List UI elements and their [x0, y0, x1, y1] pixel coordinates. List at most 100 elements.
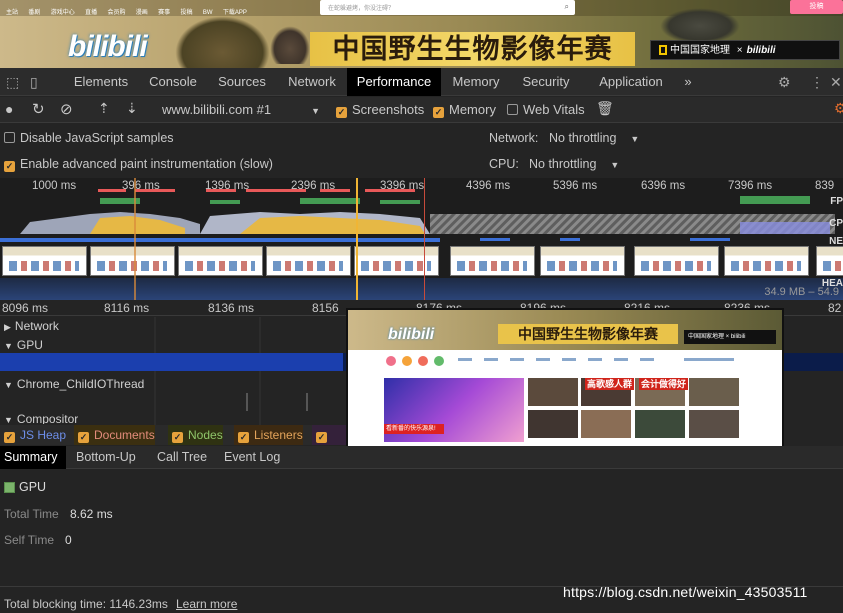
preview-nav-dot — [386, 356, 396, 366]
track-network[interactable]: ▶ Network — [0, 319, 59, 333]
tab-network[interactable]: Network — [278, 68, 346, 96]
web-vitals-label: Web Vitals — [523, 102, 585, 117]
memory-checkbox[interactable]: Memory — [433, 102, 496, 118]
collapse-arrow-icon[interactable]: ▼ — [4, 341, 13, 351]
heap-side-label: HEA — [821, 278, 843, 289]
tab-memory[interactable]: Memory — [444, 68, 508, 96]
topnav-item[interactable]: 主站 — [6, 10, 18, 16]
partner-logo: bilibili — [746, 45, 776, 56]
selection-handle-left[interactable] — [134, 178, 136, 300]
bilibili-logo[interactable]: bilibili — [68, 30, 148, 64]
legend-nodes-label: Nodes — [188, 428, 223, 442]
contest-title[interactable]: 中国野生生物影像年赛 — [310, 32, 635, 66]
filmstrip-frame[interactable] — [178, 246, 263, 276]
gpu-swatch — [4, 482, 15, 493]
search-icon[interactable]: ⌕ — [565, 2, 569, 12]
preview-contest-title: 中国野生生物影像年赛 — [498, 324, 678, 344]
topnav-item[interactable]: 会员购 — [107, 10, 125, 16]
network-throttle-select[interactable]: No throttling ▼ — [549, 131, 639, 145]
device-toggle-icon[interactable]: ▯ — [30, 74, 38, 91]
screenshot-preview: bilibili 中国野生生物影像年赛 中国国家地理 × bilibili 看新… — [346, 308, 784, 459]
tab-event-log[interactable]: Event Log — [220, 446, 284, 469]
filmstrip-frame[interactable] — [816, 246, 843, 276]
chevron-down-icon: ▼ — [311, 106, 321, 116]
topnav-item[interactable]: 漫画 — [136, 10, 148, 16]
filmstrip-frame[interactable] — [540, 246, 625, 276]
legend-nodes[interactable]: Nodes — [168, 425, 223, 445]
selection-handle-right[interactable] — [356, 178, 358, 300]
more-tabs-button[interactable]: » — [676, 68, 700, 96]
kebab-menu-icon[interactable]: ⋮ — [810, 74, 824, 91]
watermark: https://blog.csdn.net/weixin_43503511 — [563, 584, 808, 600]
preview-nav-dot — [434, 356, 444, 366]
tab-bottom-up[interactable]: Bottom-Up — [72, 446, 140, 469]
disable-js-samples-label: Disable JavaScript samples — [20, 131, 174, 145]
legend-js-heap[interactable]: JS Heap — [0, 425, 66, 445]
filmstrip-frame[interactable] — [90, 246, 175, 276]
site-search-input[interactable]: 在蛇躲避烤，你没注碍？ ⌕ — [320, 0, 575, 15]
ruler-tick: 8156 — [312, 301, 339, 315]
recording-select[interactable]: www.bilibili.com #1 ▼ — [162, 102, 320, 117]
collapse-arrow-icon[interactable]: ▼ — [4, 415, 13, 424]
reload-icon[interactable]: ↻ — [32, 100, 45, 118]
capture-settings-gear-icon[interactable]: ⚙ — [834, 100, 843, 117]
track-gpu[interactable]: ▼ GPU — [0, 338, 43, 352]
filmstrip-frame[interactable] — [266, 246, 351, 276]
legend-documents[interactable]: Documents — [74, 425, 155, 445]
topnav-item[interactable]: 番剧 — [28, 10, 40, 16]
timeline-overview[interactable]: 1000 ms 396 ms 1396 ms 2396 ms 3396 ms 4… — [0, 178, 843, 300]
filmstrip-frame[interactable] — [724, 246, 809, 276]
topnav-item[interactable]: 直播 — [85, 10, 97, 16]
upload-profile-icon[interactable]: ⇡ — [98, 100, 110, 117]
ruler-tick: 8116 ms — [104, 301, 150, 315]
banner-tree-art — [175, 16, 270, 68]
filmstrip-frame[interactable] — [634, 246, 719, 276]
screenshots-checkbox[interactable]: Screenshots — [336, 102, 424, 118]
preview-video-tile — [528, 378, 578, 406]
topnav-item[interactable]: 游戏中心 — [51, 10, 75, 16]
site-topnav: 主站 番剧 游戏中心 直播 会员购 漫画 赛事 投稿 BW 下载APP — [6, 3, 254, 17]
legend-js-heap-label: JS Heap — [20, 428, 67, 442]
tab-performance[interactable]: Performance — [347, 68, 441, 96]
tab-call-tree[interactable]: Call Tree — [153, 446, 211, 469]
self-time-label: Self Time — [4, 533, 55, 547]
filmstrip-frame[interactable] — [450, 246, 535, 276]
tab-console[interactable]: Console — [140, 68, 206, 96]
upload-button[interactable]: 投稿 — [790, 0, 843, 14]
learn-more-link[interactable]: Learn more — [176, 597, 237, 611]
collapse-arrow-icon[interactable]: ▼ — [4, 380, 13, 390]
memory-label: Memory — [449, 102, 496, 117]
legend-gpu-memory[interactable]: GP — [312, 425, 346, 462]
clear-icon[interactable]: ⊘ — [60, 100, 73, 118]
track-compositor[interactable]: ▼ Compositor — [0, 412, 78, 424]
gpu-event[interactable] — [0, 353, 343, 371]
load-marker — [424, 178, 425, 300]
settings-gear-icon[interactable]: ⚙ — [778, 74, 791, 91]
close-devtools-icon[interactable]: ✕ — [830, 74, 842, 91]
web-vitals-checkbox[interactable]: Web Vitals — [507, 102, 585, 117]
download-profile-icon[interactable]: ⇣ — [126, 100, 138, 117]
topnav-item[interactable]: 赛事 — [158, 10, 170, 16]
heap-graph — [0, 278, 843, 300]
filmstrip-frame[interactable] — [2, 246, 87, 276]
tab-application[interactable]: Application — [592, 68, 670, 96]
preview-nav-item — [640, 358, 654, 361]
tab-elements[interactable]: Elements — [64, 68, 138, 96]
cpu-throttle-select[interactable]: No throttling ▼ — [529, 157, 619, 171]
preview-video-tile — [581, 410, 631, 438]
disable-js-samples-checkbox[interactable]: Disable JavaScript samples — [4, 131, 174, 145]
checkbox-checked-icon — [172, 432, 183, 443]
tab-sources[interactable]: Sources — [208, 68, 276, 96]
tab-security[interactable]: Security — [512, 68, 580, 96]
trash-icon[interactable]: 🗑 — [596, 100, 614, 117]
inspect-icon[interactable]: ⬚ — [6, 74, 19, 91]
expand-arrow-icon[interactable]: ▶ — [4, 322, 11, 332]
chevron-down-icon: ▼ — [630, 134, 640, 144]
preview-video-tile — [528, 410, 578, 438]
legend-listeners[interactable]: Listeners — [234, 425, 303, 445]
record-icon[interactable]: ● — [5, 101, 13, 117]
tab-summary[interactable]: Summary — [0, 446, 66, 469]
filmstrip-frame[interactable] — [354, 246, 439, 276]
track-child-io[interactable]: ▼ Chrome_ChildIOThread — [0, 377, 144, 391]
advanced-paint-checkbox[interactable]: Enable advanced paint instrumentation (s… — [4, 157, 273, 172]
